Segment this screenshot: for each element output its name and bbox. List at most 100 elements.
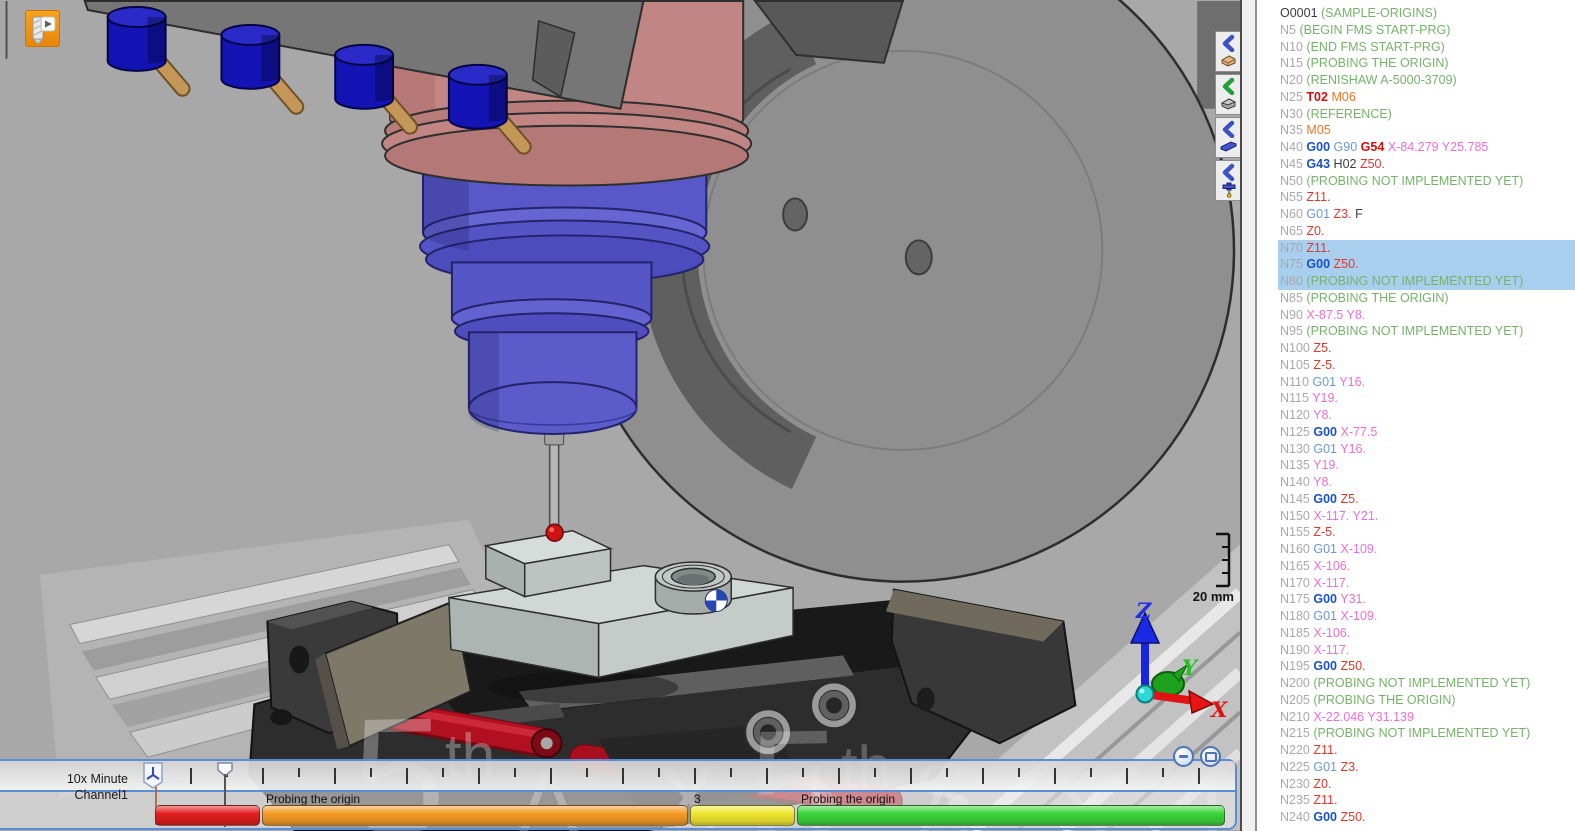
code-line[interactable]: N145 G00 Z5. <box>1278 491 1575 508</box>
stock-box-icon[interactable] <box>1219 52 1239 69</box>
timeline-bars <box>0 805 1235 827</box>
code-line[interactable]: N135 Y19. <box>1278 457 1575 474</box>
ruler-tick <box>694 768 696 784</box>
timeline-ruler[interactable] <box>0 761 1235 792</box>
gcode-token: Z-5. <box>1313 525 1335 539</box>
code-line[interactable]: N180 G01 X-109. <box>1278 608 1575 625</box>
code-line[interactable]: N85 (PROBING THE ORIGIN) <box>1278 290 1575 307</box>
disc-hole <box>906 240 932 274</box>
gcode-token: Z3. <box>1341 760 1359 774</box>
code-line[interactable]: N220 Z11. <box>1278 742 1575 759</box>
code-line[interactable]: O0001 (SAMPLE-ORIGINS) <box>1278 5 1575 22</box>
gcode-token: N15 <box>1280 56 1303 70</box>
code-line[interactable]: N35 M05 <box>1278 122 1575 139</box>
gcode-token: N10 <box>1280 40 1303 54</box>
code-line[interactable]: N225 G01 Z3. <box>1278 759 1575 776</box>
code-line[interactable]: N240 G00 Z50. <box>1278 809 1575 826</box>
probe-tip-ball <box>546 524 563 541</box>
toolbar-group-fixture-bar[interactable] <box>1215 117 1242 158</box>
timeline-segment[interactable] <box>797 805 1225 826</box>
gcode-token: N65 <box>1280 224 1303 238</box>
code-line[interactable]: N45 G43 H02 Z50. <box>1278 156 1575 173</box>
gcode-token: G90 <box>1334 140 1358 154</box>
code-line[interactable]: N60 G01 Z3. F <box>1278 206 1575 223</box>
axis-z-label: Z <box>1136 598 1151 623</box>
chevron-left-icon[interactable] <box>1221 120 1237 138</box>
code-line[interactable]: N130 G01 Y16. <box>1278 441 1575 458</box>
code-line[interactable]: N195 G00 Z50. <box>1278 658 1575 675</box>
fixture-bar-icon[interactable] <box>1219 138 1239 155</box>
code-line[interactable]: N50 (PROBING NOT IMPLEMENTED YET) <box>1278 173 1575 190</box>
toolbar-group-gray-box[interactable] <box>1215 74 1242 115</box>
code-line[interactable]: N210 X-22.046 Y31.139 <box>1278 709 1575 726</box>
code-line[interactable]: N140 Y8. <box>1278 474 1575 491</box>
gray-box-icon[interactable] <box>1219 95 1239 112</box>
panel-divider[interactable] <box>1242 0 1257 831</box>
gcode-token: N125 <box>1280 425 1310 439</box>
code-line[interactable]: N5 (BEGIN FMS START-PRG) <box>1278 22 1575 39</box>
code-line[interactable]: N95 (PROBING NOT IMPLEMENTED YET) <box>1278 323 1575 340</box>
timeline-segment[interactable] <box>690 805 795 826</box>
gcode-token: (REFERENCE) <box>1306 107 1391 121</box>
code-line[interactable]: N70 Z11. <box>1278 240 1575 257</box>
code-line[interactable]: N25 T02 M06 <box>1278 89 1575 106</box>
code-line[interactable]: N230 Z0. <box>1278 776 1575 793</box>
code-line[interactable]: N115 Y19. <box>1278 390 1575 407</box>
code-line[interactable]: N150 X-117. Y21. <box>1278 508 1575 525</box>
code-line[interactable]: N200 (PROBING NOT IMPLEMENTED YET) <box>1278 675 1575 692</box>
code-line[interactable]: N20 (RENISHAW A-5000-3709) <box>1278 72 1575 89</box>
3d-viewport[interactable]: 5thA X I S 5thA X I S 20 mm <box>0 0 1242 831</box>
code-line[interactable]: N10 (END FMS START-PRG) <box>1278 39 1575 56</box>
code-line[interactable]: N110 G01 Y16. <box>1278 374 1575 391</box>
chevron-left-icon[interactable] <box>1221 77 1237 95</box>
timeline-segment[interactable] <box>155 805 260 826</box>
code-line[interactable]: N90 X-87.5 Y8. <box>1278 307 1575 324</box>
code-line[interactable]: N105 Z-5. <box>1278 357 1575 374</box>
code-line[interactable]: N170 X-117. <box>1278 575 1575 592</box>
code-line[interactable]: N120 Y8. <box>1278 407 1575 424</box>
code-line[interactable]: N40 G00 G90 G54 X-84.279 Y25.785 <box>1278 139 1575 156</box>
timeline[interactable]: 10x Minute Channel1 Probing the origin3P… <box>0 759 1237 830</box>
gcode-token: Z50. <box>1360 157 1385 171</box>
gcode-token: (PROBING NOT IMPLEMENTED YET) <box>1306 324 1523 338</box>
code-line[interactable]: N235 Z11. <box>1278 792 1575 809</box>
simulate-play-button[interactable] <box>25 10 60 47</box>
ruler-tick <box>730 768 732 777</box>
chevron-left-icon[interactable] <box>1221 34 1237 52</box>
gcode-token: N85 <box>1280 291 1303 305</box>
code-line[interactable]: N185 X-106. <box>1278 625 1575 642</box>
code-line[interactable]: N30 (REFERENCE) <box>1278 106 1575 123</box>
timeline-segment-label: Probing the origin <box>801 792 895 806</box>
toolbar-group-tool-probe[interactable] <box>1215 160 1242 201</box>
gcode-token: G01 <box>1313 442 1337 456</box>
chevron-left-icon[interactable] <box>1221 163 1237 181</box>
timeline-marker-flag[interactable] <box>143 762 163 789</box>
code-line[interactable]: N215 (PROBING NOT IMPLEMENTED YET) <box>1278 725 1575 742</box>
code-line[interactable]: N125 G00 X-77.5 <box>1278 424 1575 441</box>
ruler-tick <box>478 768 480 784</box>
tool-probe-icon[interactable] <box>1219 181 1239 198</box>
code-line[interactable]: N205 (PROBING THE ORIGIN) <box>1278 692 1575 709</box>
gcode-token: Y8. <box>1313 475 1332 489</box>
gcode-token: N140 <box>1280 475 1310 489</box>
ruler-tick <box>1162 768 1164 777</box>
code-line[interactable]: N65 Z0. <box>1278 223 1575 240</box>
code-line[interactable]: N100 Z5. <box>1278 340 1575 357</box>
timeline-segment[interactable] <box>262 805 688 826</box>
gcode-token: N75 <box>1280 257 1303 271</box>
code-line[interactable]: N15 (PROBING THE ORIGIN) <box>1278 55 1575 72</box>
code-line[interactable]: N165 X-106. <box>1278 558 1575 575</box>
gcode-token: N240 <box>1280 810 1310 824</box>
gcode-token: X-87.5 <box>1306 308 1343 322</box>
timeline-zoom-out-button[interactable] <box>1173 746 1194 767</box>
code-line[interactable]: N55 Z11. <box>1278 189 1575 206</box>
code-line[interactable]: N155 Z-5. <box>1278 524 1575 541</box>
code-line[interactable]: N160 G01 X-109. <box>1278 541 1575 558</box>
code-line[interactable]: N80 (PROBING NOT IMPLEMENTED YET) <box>1278 273 1575 290</box>
code-line[interactable]: N175 G00 Y31. <box>1278 591 1575 608</box>
code-line[interactable]: N75 G00 Z50. <box>1278 256 1575 273</box>
code-line[interactable]: N190 X-117. <box>1278 642 1575 659</box>
toolbar-group-stock-box[interactable] <box>1215 31 1242 72</box>
timeline-zoom-fit-button[interactable] <box>1200 746 1221 767</box>
gcode-token: (SAMPLE-ORIGINS) <box>1321 6 1437 20</box>
